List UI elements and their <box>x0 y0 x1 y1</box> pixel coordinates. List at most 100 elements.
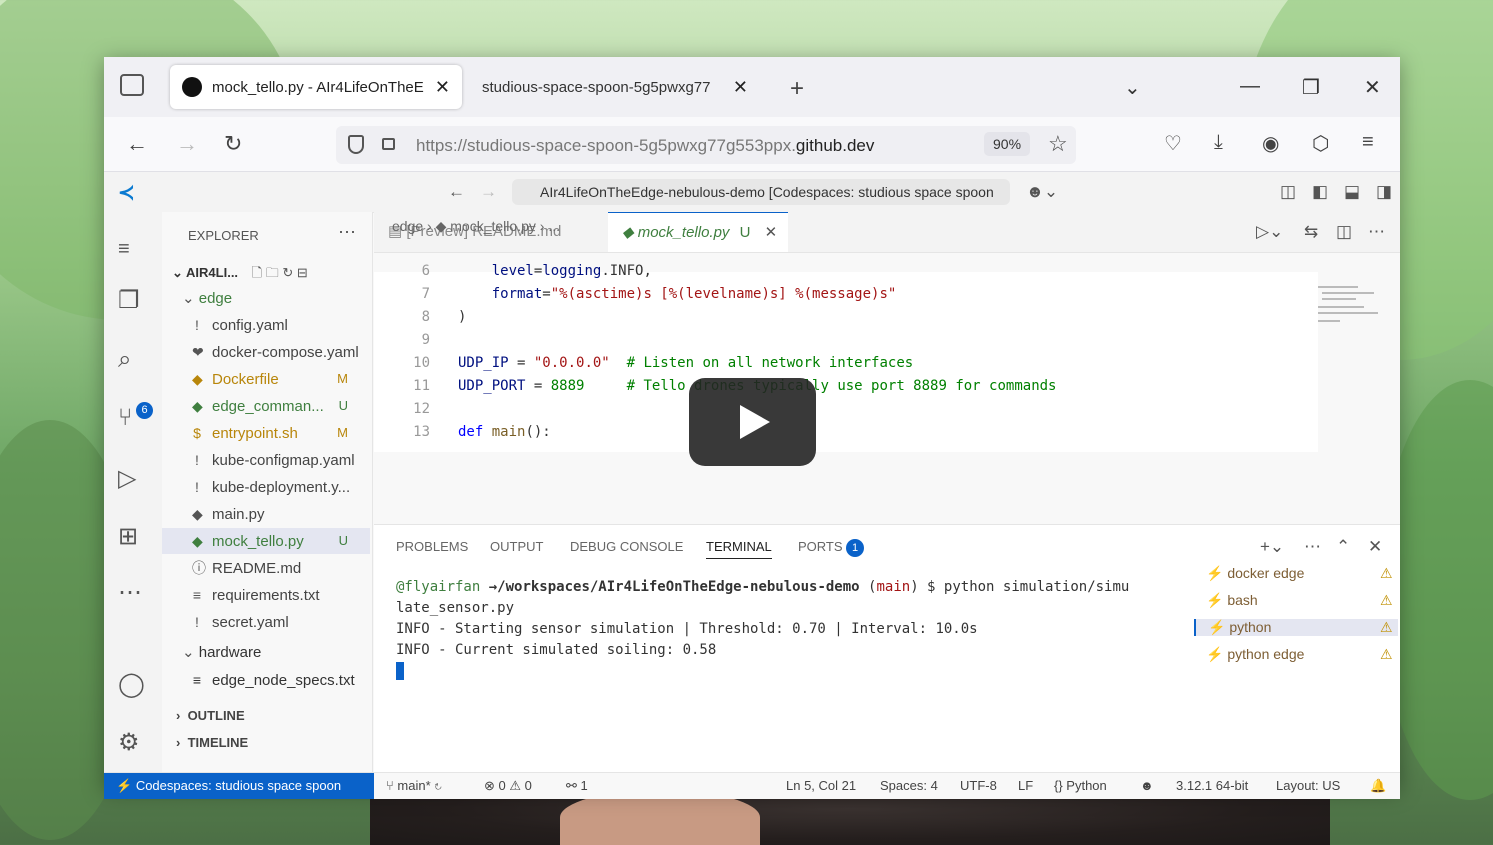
language-mode[interactable]: {} Python <box>1054 778 1107 793</box>
notifications-bell-icon[interactable]: 🔔 <box>1370 778 1386 794</box>
workspace-root[interactable]: ⌄ AIR4LI... 🗋 🗀 ↻ ⊟ <box>172 260 380 286</box>
file-item[interactable]: $ entrypoint.sh M <box>162 420 370 446</box>
new-tab-icon[interactable]: + <box>790 75 804 103</box>
zoom-level[interactable]: 90% <box>984 132 1031 156</box>
file-item[interactable]: ◆ edge_comman... U <box>162 393 370 419</box>
run-icon[interactable]: ▷⌄ <box>1256 222 1283 242</box>
browser-tab-mock-tello[interactable]: mock_tello.py - AIr4LifeOnTheE ✕ <box>170 65 462 109</box>
download-icon[interactable]: ⤓ <box>1214 131 1223 154</box>
terminal-item-python-edge[interactable]: ⚡ python edge <box>1206 646 1304 663</box>
compare-icon[interactable]: ⇆ <box>1304 222 1318 242</box>
file-item[interactable]: ❤ docker-compose.yaml <box>162 339 370 365</box>
breadcrumb[interactable]: edge › ◆ mock_tello.py › ... <box>392 218 560 235</box>
close-window-icon[interactable]: ✕ <box>1364 75 1381 100</box>
copilot-icon[interactable]: ☻⌄ <box>1026 182 1058 202</box>
accounts-icon[interactable]: ◯ <box>118 670 145 699</box>
close-panel-icon[interactable]: ✕ <box>1368 537 1382 557</box>
code-editor[interactable]: 6 level=logging.INFO, 7 format="%(asctim… <box>374 263 1318 452</box>
maximize-panel-icon[interactable]: ⌃ <box>1336 537 1350 557</box>
file-item[interactable]: ! kube-configmap.yaml <box>162 447 370 473</box>
account-icon[interactable]: ◉ <box>1262 131 1279 156</box>
end-of-line[interactable]: LF <box>1018 778 1033 793</box>
run-debug-icon[interactable]: ▷ <box>118 464 136 493</box>
lock-icon[interactable] <box>382 138 395 150</box>
terminal-cursor-line <box>396 661 1129 682</box>
encoding[interactable]: UTF-8 <box>960 778 997 793</box>
url-bar[interactable]: https://studious-space-spoon-5g5pwxg77g5… <box>336 126 1076 164</box>
forward-icon[interactable]: → <box>480 182 497 202</box>
reload-icon[interactable]: ↻ <box>224 131 242 157</box>
new-terminal-icon[interactable]: +⌄ <box>1260 537 1284 557</box>
toggle-panel-icon[interactable]: ⬓ <box>1344 182 1360 202</box>
file-item[interactable]: ! kube-deployment.y... <box>162 474 370 500</box>
cursor-position[interactable]: Ln 5, Col 21 <box>786 778 856 793</box>
menu-icon[interactable]: ≡ <box>118 238 130 261</box>
keyboard-layout[interactable]: Layout: US <box>1276 778 1340 793</box>
ports-indicator[interactable]: ⚯ 1 <box>566 778 588 794</box>
explorer-icon[interactable]: ❐ <box>118 286 140 315</box>
menu-icon[interactable]: ≡ <box>1362 131 1374 154</box>
file-item[interactable]: ≡ requirements.txt <box>162 582 370 608</box>
settings-gear-icon[interactable]: ⚙ <box>118 728 140 757</box>
tab-terminal[interactable]: TERMINAL <box>706 539 772 559</box>
file-item[interactable]: ⓘ README.md <box>162 555 370 581</box>
indentation[interactable]: Spaces: 4 <box>880 778 938 793</box>
folder-hardware[interactable]: ⌄ hardware <box>182 640 390 666</box>
more-actions-icon[interactable]: ⋯ <box>338 222 356 243</box>
python-interpreter[interactable]: 3.12.1 64-bit <box>1176 778 1248 793</box>
file-name: requirements.txt <box>212 587 320 604</box>
more-actions-icon[interactable]: ⋯ <box>1304 537 1321 557</box>
minimize-icon[interactable]: — <box>1240 75 1260 98</box>
bookmark-star-icon[interactable]: ☆ <box>1048 131 1068 157</box>
minimap[interactable] <box>1316 282 1386 342</box>
close-tab-icon[interactable]: ✕ <box>435 77 450 98</box>
extensions-icon[interactable]: ⬡ <box>1312 131 1329 156</box>
browser-tab-codespace[interactable]: studious-space-spoon-5g5pwxg77 ✕ <box>470 65 760 109</box>
outline-section[interactable]: › OUTLINE <box>176 708 245 723</box>
toggle-secondary-sidebar-icon[interactable]: ◨ <box>1376 182 1392 202</box>
tab-output[interactable]: OUTPUT <box>490 539 543 554</box>
tab-problems[interactable]: PROBLEMS <box>396 539 468 554</box>
terminal-item-docker-edge[interactable]: ⚡ docker edge <box>1206 565 1304 582</box>
command-center[interactable]: AIr4LifeOnTheEdge-nebulous-demo [Codespa… <box>512 179 1010 205</box>
terminal-output[interactable]: @flyairfan →/workspaces/AIr4LifeOnTheEdg… <box>396 577 1129 682</box>
chevron-down-icon[interactable]: ⌄ <box>1124 75 1141 100</box>
back-icon[interactable]: ← <box>448 182 465 202</box>
file-item[interactable]: ◆ mock_tello.py U <box>162 528 370 554</box>
terminal-item-python[interactable]: ⚡ python <box>1194 619 1398 636</box>
folder-edge[interactable]: ⌄ edge <box>182 286 390 312</box>
file-item[interactable]: ! config.yaml <box>162 312 370 338</box>
extensions-icon[interactable]: ⊞ <box>118 522 138 551</box>
url-text[interactable]: https://studious-space-spoon-5g5pwxg77g5… <box>416 136 874 156</box>
source-control-icon[interactable]: ⑂ <box>118 404 132 432</box>
tab-list-icon[interactable] <box>120 74 144 96</box>
file-item[interactable]: ◆ Dockerfile M <box>162 366 370 392</box>
tab-mock-tello[interactable]: ◆ mock_tello.py U ✕ <box>608 212 788 252</box>
file-edge-node-specs[interactable]: ≡ edge_node_specs.txt <box>192 667 400 693</box>
remote-indicator[interactable]: ⚡ Codespaces: studious space spoon <box>104 773 374 799</box>
more-icon[interactable]: ⋯ <box>118 578 142 607</box>
terminal-item-bash[interactable]: ⚡ bash <box>1206 592 1258 609</box>
close-tab-icon[interactable]: ✕ <box>733 77 748 98</box>
file-item[interactable]: ◆ main.py <box>162 501 370 527</box>
restore-icon[interactable]: ❐ <box>1302 75 1320 100</box>
tab-debug-console[interactable]: DEBUG CONSOLE <box>570 539 683 554</box>
toggle-sidebar-icon[interactable]: ◧ <box>1312 182 1328 202</box>
tab-ports[interactable]: PORTS <box>798 539 843 554</box>
timeline-section[interactable]: › TIMELINE <box>176 735 248 750</box>
customize-layout-icon[interactable]: ◫ <box>1280 182 1296 202</box>
video-play-button[interactable] <box>689 378 816 466</box>
search-icon[interactable]: ⌕ <box>118 346 131 374</box>
copilot-icon[interactable]: ☻ <box>1140 778 1154 793</box>
back-icon[interactable]: ← <box>126 131 148 157</box>
file-item[interactable]: ! secret.yaml <box>162 609 370 635</box>
more-actions-icon[interactable]: ⋯ <box>1368 222 1385 242</box>
forward-icon[interactable]: → <box>176 131 198 157</box>
problems-indicator[interactable]: ⊗ 0 ⚠ 0 <box>484 778 532 794</box>
split-editor-icon[interactable]: ◫ <box>1336 222 1352 242</box>
close-tab-icon[interactable]: ✕ <box>765 224 778 241</box>
shield-icon[interactable] <box>348 135 364 154</box>
file-type-icon: ◆ <box>192 398 203 414</box>
branch-indicator[interactable]: ⑂ main* ↻ <box>386 778 442 793</box>
pocket-icon[interactable]: ♡ <box>1164 131 1182 156</box>
